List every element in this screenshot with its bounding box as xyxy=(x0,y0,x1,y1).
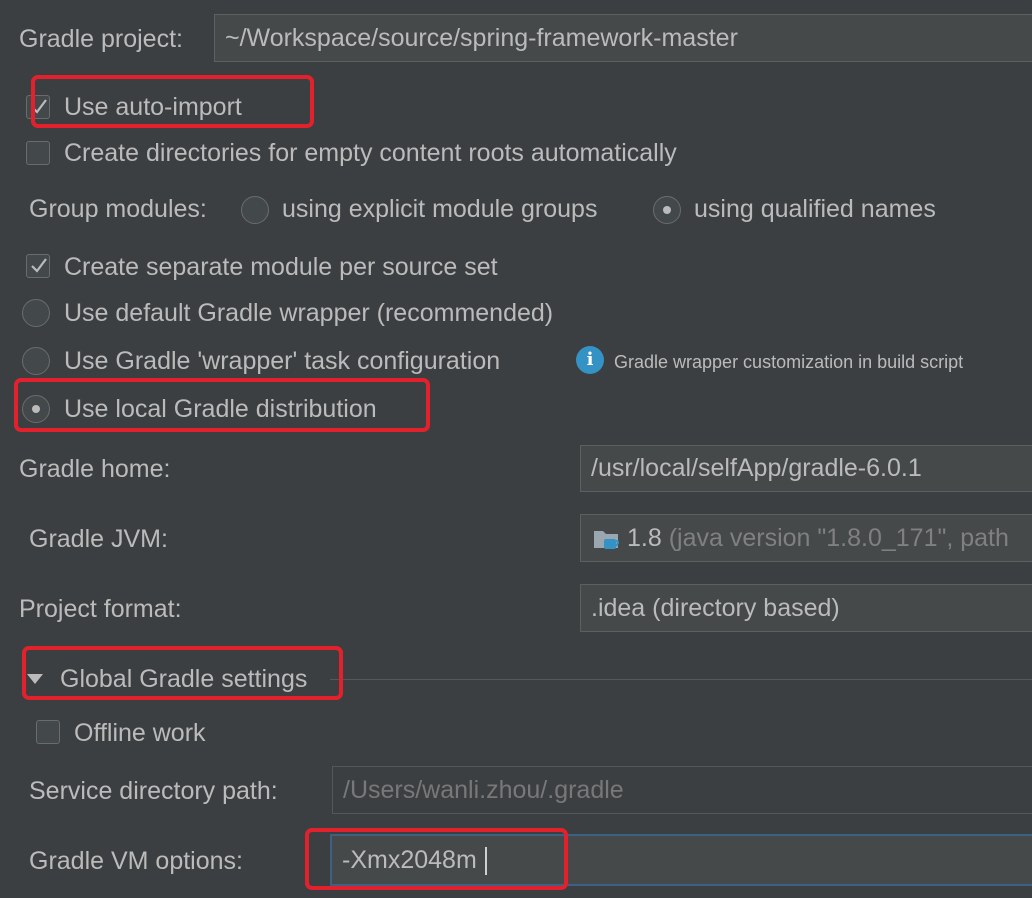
vm-options-value: -Xmx2048m xyxy=(342,846,477,874)
triangle-down-icon[interactable] xyxy=(26,672,44,686)
gradle-home-label: Gradle home: xyxy=(19,455,171,483)
qualified-names-radio[interactable] xyxy=(653,196,681,224)
offline-work-label[interactable]: Offline work xyxy=(74,718,206,748)
use-auto-import-label[interactable]: Use auto-import xyxy=(64,92,242,122)
default-wrapper-radio[interactable] xyxy=(22,299,50,327)
folder-coffee-icon xyxy=(594,531,619,550)
gradle-jvm-label: Gradle JVM: xyxy=(29,525,168,553)
gradle-project-field[interactable]: ~/Workspace/source/spring-framework-mast… xyxy=(214,14,1032,62)
create-directories-checkbox[interactable] xyxy=(26,141,50,165)
check-icon xyxy=(31,99,47,114)
vm-options-field[interactable]: -Xmx2048m xyxy=(330,834,1032,886)
check-icon xyxy=(31,258,47,273)
radio-selected-dot xyxy=(663,206,671,214)
wrapper-task-radio[interactable] xyxy=(22,347,50,375)
global-settings-title[interactable]: Global Gradle settings xyxy=(60,664,307,694)
offline-work-checkbox[interactable] xyxy=(36,720,60,744)
create-directories-label[interactable]: Create directories for empty content roo… xyxy=(64,138,677,168)
service-directory-field[interactable]: /Users/wanli.zhou/.gradle xyxy=(332,766,1032,814)
wrapper-task-label[interactable]: Use Gradle 'wrapper' task configuration xyxy=(64,346,500,376)
jvm-version: 1.8 xyxy=(627,524,662,552)
project-format-label: Project format: xyxy=(19,595,182,623)
gradle-home-field[interactable]: /usr/local/selfApp/gradle-6.0.1 xyxy=(580,445,1032,492)
section-separator xyxy=(330,679,1032,680)
wrapper-note: Gradle wrapper customization in build sc… xyxy=(614,352,964,372)
local-distribution-label[interactable]: Use local Gradle distribution xyxy=(64,394,377,424)
qualified-names-label[interactable]: using qualified names xyxy=(694,194,936,224)
gradle-project-label: Gradle project: xyxy=(19,25,183,53)
service-directory-label: Service directory path: xyxy=(29,777,278,805)
default-wrapper-label[interactable]: Use default Gradle wrapper (recommended) xyxy=(64,298,553,328)
explicit-groups-radio[interactable] xyxy=(241,196,269,224)
local-distribution-radio[interactable] xyxy=(22,395,50,423)
radio-selected-dot xyxy=(32,405,40,413)
gradle-jvm-select[interactable]: 1.8 (java version "1.8.0_171", path xyxy=(580,514,1032,562)
info-icon: i xyxy=(576,346,604,374)
jvm-detail: (java version "1.8.0_171", path xyxy=(668,524,1009,552)
project-format-select[interactable]: .idea (directory based) xyxy=(580,584,1032,632)
separate-module-checkbox[interactable] xyxy=(26,254,50,278)
explicit-groups-label[interactable]: using explicit module groups xyxy=(282,194,597,224)
use-auto-import-checkbox[interactable] xyxy=(26,95,50,119)
text-caret xyxy=(484,847,487,876)
vm-options-label: Gradle VM options: xyxy=(29,847,243,875)
group-modules-label: Group modules: xyxy=(29,195,207,223)
separate-module-label[interactable]: Create separate module per source set xyxy=(64,252,498,282)
